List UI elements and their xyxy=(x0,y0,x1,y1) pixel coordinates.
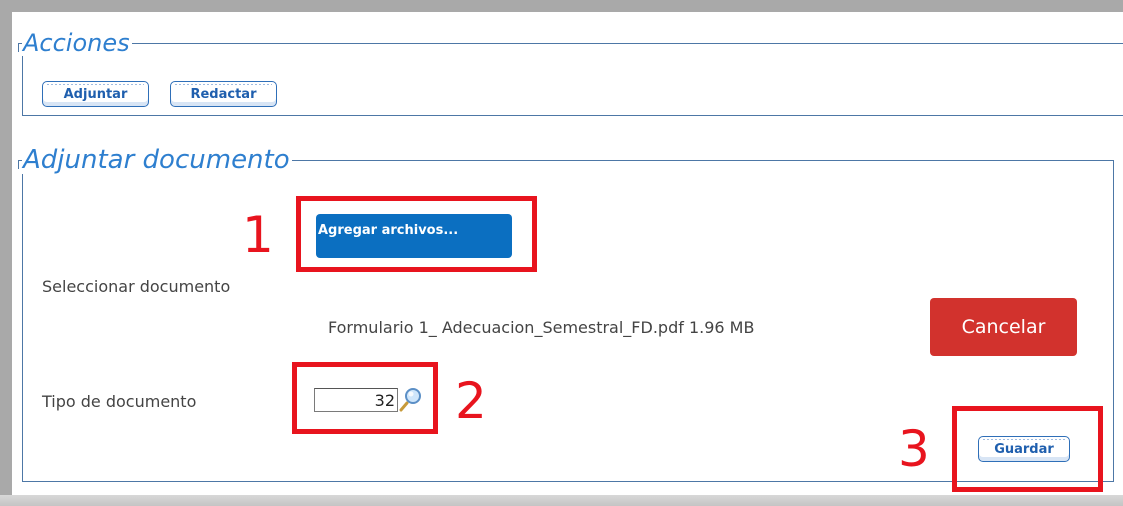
annotation-box-1 xyxy=(296,196,537,272)
adjuntar-button[interactable]: Adjuntar xyxy=(42,81,149,107)
file-size: 1.96 MB xyxy=(688,318,755,337)
tipo-documento-label: Tipo de documento xyxy=(42,392,197,411)
annotation-number-3: 3 xyxy=(898,420,930,478)
bottom-strip xyxy=(0,495,1123,506)
cancelar-button[interactable]: Cancelar xyxy=(930,298,1077,356)
annotation-box-3 xyxy=(952,406,1103,492)
annotation-number-1: 1 xyxy=(242,206,274,264)
acciones-legend: Acciones xyxy=(18,29,130,57)
redactar-button[interactable]: Redactar xyxy=(170,81,277,107)
file-name: Formulario 1_ Adecuacion_Semestral_FD.pd… xyxy=(328,318,684,337)
annotation-box-2 xyxy=(292,362,438,434)
adjuntar-documento-legend: Adjuntar documento xyxy=(18,145,290,175)
file-row: Formulario 1_ Adecuacion_Semestral_FD.pd… xyxy=(328,318,754,337)
annotation-number-2: 2 xyxy=(455,372,487,430)
seleccionar-documento-label: Seleccionar documento xyxy=(42,277,231,296)
